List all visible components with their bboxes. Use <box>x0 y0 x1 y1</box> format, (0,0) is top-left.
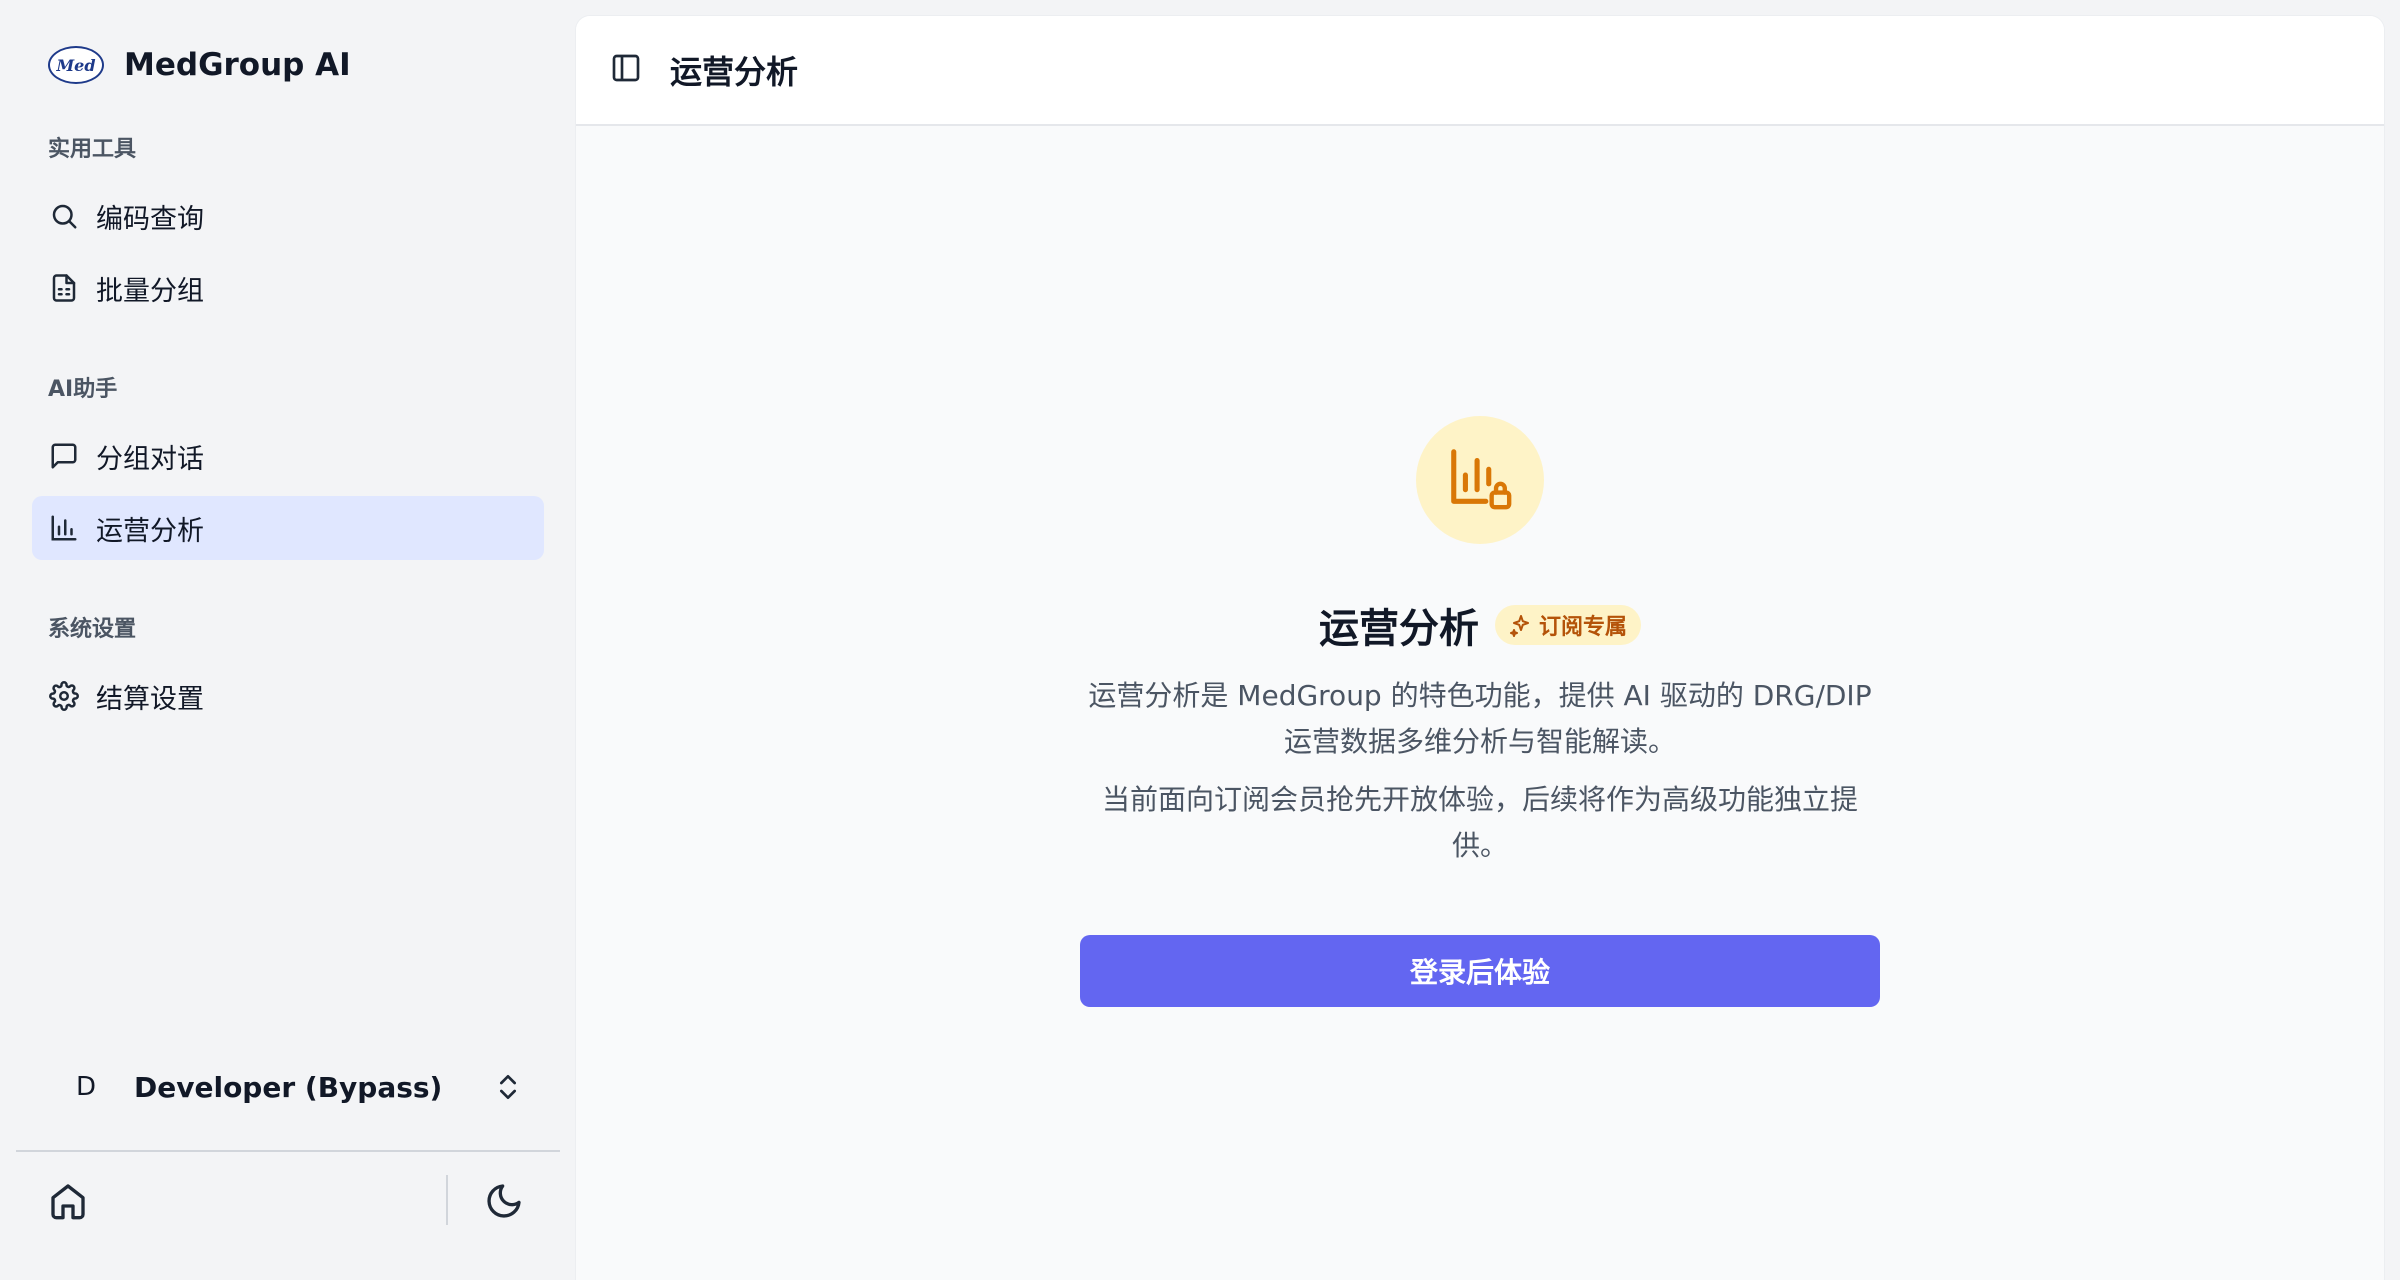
sidebar-item-settlement-settings[interactable]: 结算设置 <box>32 664 544 728</box>
sidebar-item-label: 编码查询 <box>96 203 204 235</box>
sidebar-item-label: 分组对话 <box>96 443 204 475</box>
user-avatar-initial: D <box>76 1072 97 1102</box>
subscription-badge: 订阅专属 <box>1494 605 1641 645</box>
bar-chart-icon <box>48 512 80 544</box>
feature-title: 运营分析 <box>1318 606 1479 652</box>
brand[interactable]: Med MedGroup AI <box>48 40 351 90</box>
brand-logo: Med <box>48 46 104 84</box>
feature-availability-note: 当前面向订阅会员抢先开放体验，后续将作为高级功能独立提供。 <box>1101 783 1858 862</box>
search-icon <box>48 200 80 232</box>
home-icon <box>48 1181 88 1225</box>
feature-description: 运营分析是 MedGroup 的特色功能，提供 AI 驱动的 DRG/DIP 运… <box>1088 679 1872 758</box>
section-label-ai: AI助手 <box>48 377 118 402</box>
sidebar-item-code-lookup[interactable]: 编码查询 <box>32 184 544 248</box>
panel-left-icon <box>610 52 642 88</box>
chevrons-up-down-icon <box>492 1071 524 1103</box>
user-name: Developer (Bypass) <box>134 1070 443 1104</box>
bar-chart-lock-icon <box>1445 443 1515 517</box>
message-square-icon <box>48 440 80 472</box>
sidebar-item-group-chat[interactable]: 分组对话 <box>32 424 544 488</box>
moon-icon <box>484 1181 524 1225</box>
file-spreadsheet-icon <box>48 272 80 304</box>
section-label-tools: 实用工具 <box>48 137 137 162</box>
feature-icon-badge <box>1416 416 1544 544</box>
brand-name: MedGroup AI <box>124 47 351 83</box>
login-to-try-button[interactable]: 登录后体验 <box>1080 935 1880 1007</box>
theme-toggle-button[interactable] <box>476 1175 532 1231</box>
sparkles-icon <box>1509 615 1529 637</box>
subscription-badge-label: 订阅专属 <box>1538 615 1627 640</box>
sidebar-item-operations-analysis[interactable]: 运营分析 <box>32 496 544 560</box>
gear-icon <box>48 680 80 712</box>
sidebar-toggle-button[interactable] <box>604 48 648 92</box>
main-panel: 运营分析 运营分析 订阅专属 运营分析是 MedGroup 的特色功能，提供 A… <box>576 16 2384 1280</box>
sidebar-item-batch-grouping[interactable]: 批量分组 <box>32 256 544 320</box>
footer-separator <box>446 1175 448 1225</box>
user-menu[interactable]: D Developer (Bypass) <box>32 1054 544 1120</box>
section-label-settings: 系统设置 <box>48 617 137 642</box>
feature-heading: 运营分析 订阅专属 <box>576 596 2384 654</box>
sidebar-item-label: 运营分析 <box>96 515 204 547</box>
top-bar: 运营分析 <box>576 16 2384 126</box>
page-title: 运营分析 <box>670 53 799 91</box>
sidebar-item-label: 结算设置 <box>96 683 204 715</box>
sidebar-item-label: 批量分组 <box>96 275 204 307</box>
sidebar: Med MedGroup AI 实用工具 编码查询 批量分组 AI助手 分组对话 <box>0 0 576 1280</box>
app-window: Med MedGroup AI 实用工具 编码查询 批量分组 AI助手 分组对话 <box>0 0 2400 1280</box>
home-button[interactable] <box>40 1175 96 1231</box>
sidebar-divider <box>16 1150 560 1152</box>
